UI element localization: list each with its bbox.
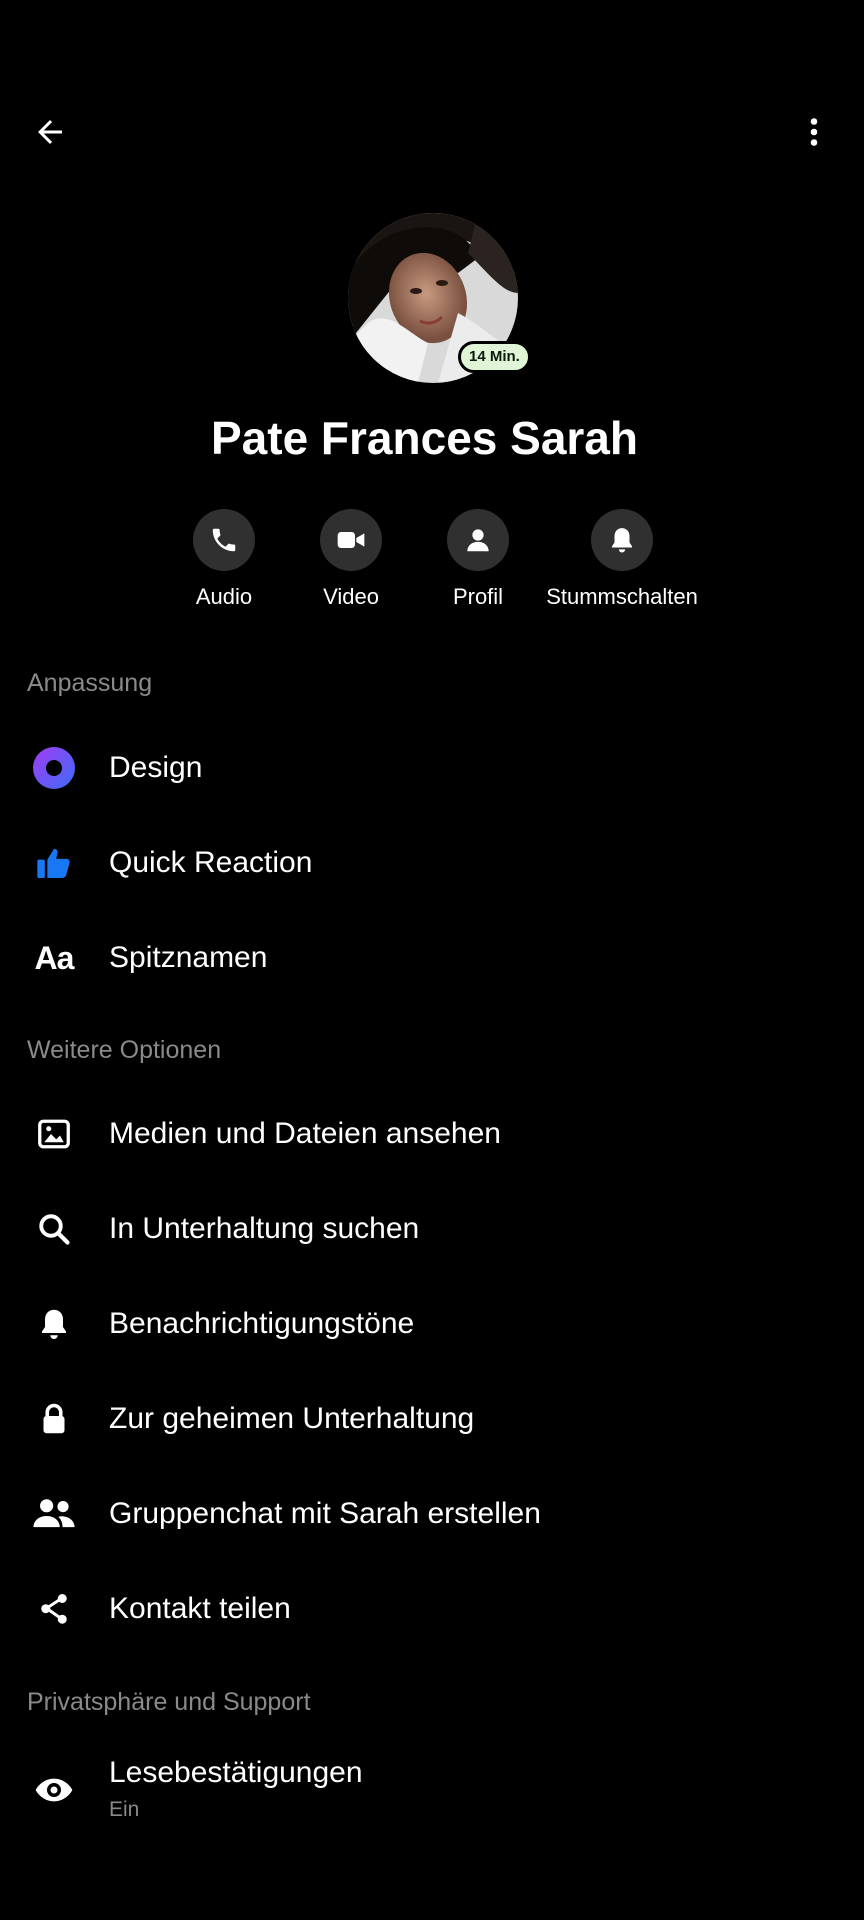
quick-actions: Audio Video Profil Stummschalten: [0, 509, 864, 609]
profile-circle: [447, 509, 509, 571]
menu-item-label: Benachrichtigungstöne: [109, 1306, 415, 1340]
menu-item-label: Zur geheimen Unterhaltung: [109, 1401, 475, 1435]
eye-icon: [28, 1764, 80, 1816]
image-icon: [28, 1108, 80, 1160]
search-icon: [28, 1203, 80, 1255]
menu-item-quick-reaction[interactable]: Quick Reaction: [0, 815, 864, 910]
audio-call-circle: [193, 509, 255, 571]
bell-icon: [612, 528, 632, 553]
thumbs-up-icon: [28, 837, 80, 889]
menu-item-label: Kontakt teilen: [109, 1591, 291, 1625]
menu-item-create-group[interactable]: Gruppenchat mit Sarah erstellen: [0, 1466, 864, 1561]
top-bar: [0, 96, 864, 168]
video-camera-icon: [337, 532, 365, 548]
phone-icon: [212, 528, 236, 552]
section-header-customization: Anpassung: [27, 669, 153, 697]
menu-item-label: Design: [109, 750, 203, 784]
menu-item-design[interactable]: Design: [0, 720, 864, 815]
menu-item-search-conversation[interactable]: In Unterhaltung suchen: [0, 1181, 864, 1276]
mute-circle: [591, 509, 653, 571]
active-time-badge: 14 Min.: [458, 341, 531, 373]
more-options-button[interactable]: [786, 104, 842, 160]
nickname-aa-icon: Aa: [28, 932, 80, 984]
menu-item-secret-conversation[interactable]: Zur geheimen Unterhaltung: [0, 1371, 864, 1466]
audio-call-label: Audio: [195, 584, 253, 609]
video-call-circle: [320, 509, 382, 571]
profile-avatar[interactable]: 14 Min.: [348, 213, 531, 383]
bell-icon: [28, 1298, 80, 1350]
menu-item-label: In Unterhaltung suchen: [109, 1211, 420, 1245]
menu-item-label: Gruppenchat mit Sarah erstellen: [109, 1496, 541, 1530]
menu-item-read-receipts[interactable]: Lesebestätigungen Ein: [0, 1740, 864, 1840]
person-icon: [467, 529, 489, 552]
share-icon: [28, 1583, 80, 1635]
video-call-label: Video: [323, 584, 379, 609]
nickname-glyph: Aa: [34, 939, 75, 976]
menu-item-nicknames[interactable]: Aa Spitznamen: [0, 910, 864, 1005]
menu-item-label: Spitznamen: [109, 940, 268, 974]
arrow-left-icon: [38, 120, 62, 144]
theme-circle-icon: [28, 742, 80, 794]
contact-name: Pate Frances Sarah: [210, 412, 638, 464]
back-button[interactable]: [22, 104, 78, 160]
mute-label: Stummschalten: [546, 584, 698, 609]
menu-item-notification-sounds[interactable]: Benachrichtigungstöne: [0, 1276, 864, 1371]
more-vertical-icon: [810, 118, 818, 146]
menu-item-share-contact[interactable]: Kontakt teilen: [0, 1561, 864, 1656]
mute-button[interactable]: Stummschalten: [532, 509, 712, 611]
group-icon: [28, 1488, 80, 1540]
profile-label: Profil: [452, 584, 504, 609]
menu-item-sublabel: Ein: [109, 1798, 140, 1821]
menu-item-label: Lesebestätigungen: [109, 1756, 363, 1789]
menu-item-media-files[interactable]: Medien und Dateien ansehen: [0, 1086, 864, 1181]
menu-item-label: Medien und Dateien ansehen: [109, 1116, 501, 1150]
section-header-privacy-support: Privatsphäre und Support: [27, 1688, 311, 1716]
menu-item-label: Quick Reaction: [109, 845, 313, 879]
section-header-more-options: Weitere Optionen: [27, 1036, 222, 1064]
lock-icon: [28, 1393, 80, 1445]
